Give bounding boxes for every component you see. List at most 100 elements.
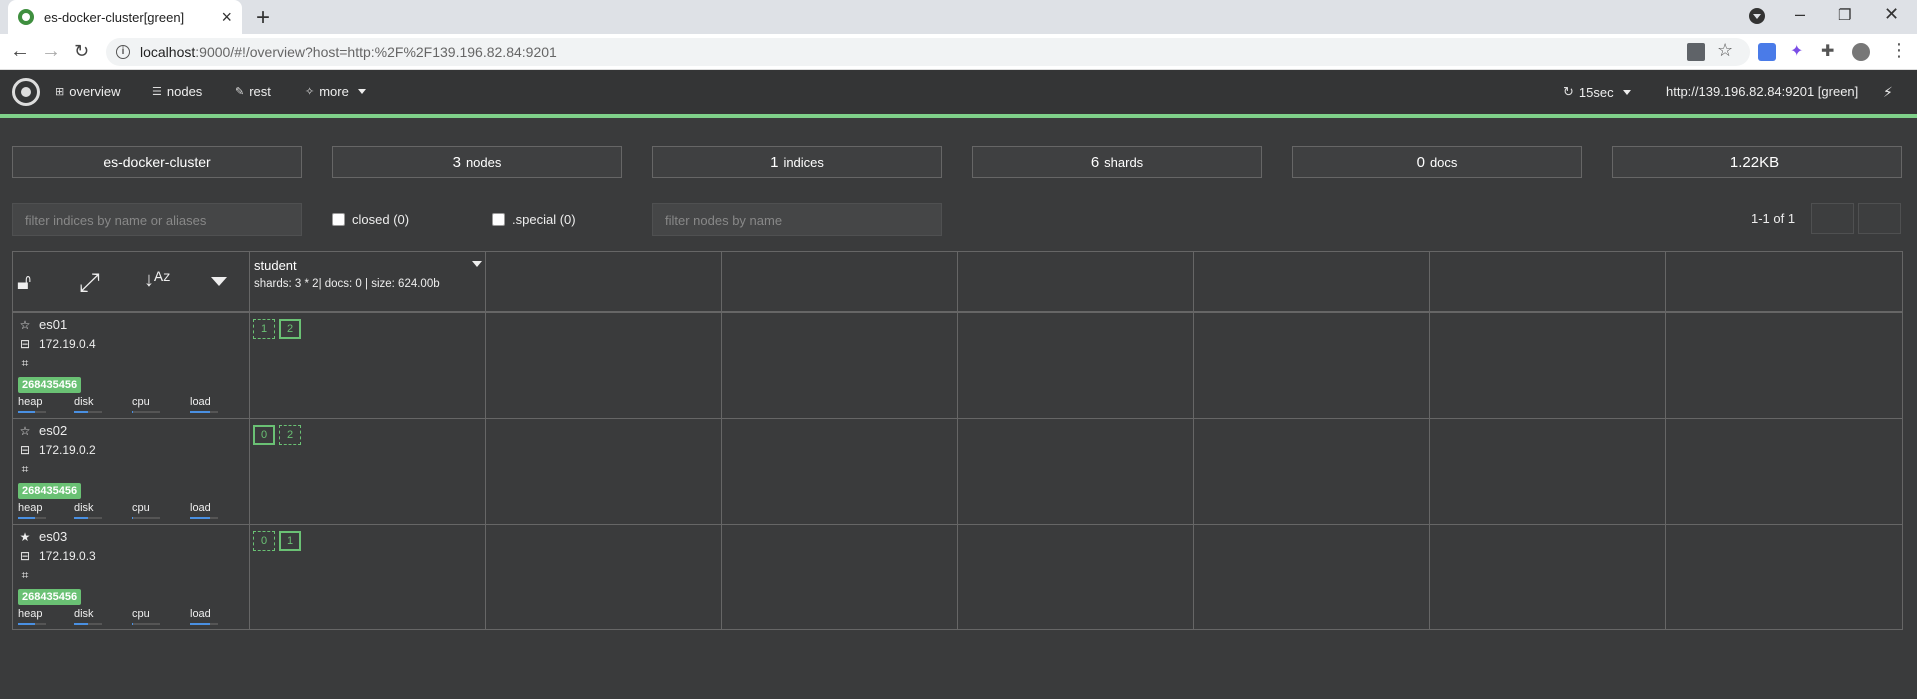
metric-disk: disk [74, 396, 102, 413]
shards-count: 6 [1090, 153, 1100, 171]
index-meta: shards: 3 * 2| docs: 0 | size: 624.00b [254, 278, 440, 290]
index-caret-down-icon[interactable] [472, 261, 482, 267]
refresh-interval-dropdown[interactable]: ↻ 15sec [1563, 84, 1631, 100]
primary-shard[interactable]: 1 [279, 531, 301, 551]
browser-menu-icon[interactable]: ⋮ [1890, 40, 1908, 60]
metric-bar [132, 623, 160, 625]
closed-checkbox[interactable]: closed (0) [332, 212, 409, 227]
node-name-line[interactable]: ☆ es01 [19, 317, 68, 332]
address-toolbar: ← → ↻ i localhost:9000/#!/overview?host=… [0, 34, 1917, 70]
metric-label: load [190, 608, 211, 620]
metric-load: load [190, 396, 218, 413]
size-value: 1.22KB [1729, 153, 1780, 171]
app-navbar: ⊞ overview ☰ nodes ✎ rest ✧ more ↻ 15sec… [0, 70, 1917, 114]
refresh-icon: ↻ [1563, 84, 1574, 99]
stat-indices: 1 indices [652, 146, 942, 178]
node-badge: 268435456 [18, 483, 82, 499]
close-tab-icon[interactable]: × [221, 7, 232, 28]
bookmark-star-icon[interactable]: ☆ [1717, 40, 1735, 60]
pager-next-button[interactable] [1858, 203, 1901, 234]
checkbox-special-box[interactable] [492, 213, 505, 226]
filter-indices-input[interactable]: filter indices by name or aliases [12, 203, 302, 236]
node-name-line[interactable]: ☆ es02 [19, 423, 68, 438]
node-badge: 268435456 [18, 589, 82, 605]
node-name: es01 [39, 317, 68, 332]
metric-label: heap [18, 502, 43, 514]
profile-avatar-icon[interactable] [1852, 43, 1870, 61]
primary-shard[interactable]: 2 [279, 319, 301, 339]
metric-label: cpu [132, 396, 150, 408]
extensions-puzzle-icon[interactable]: ✚ [1821, 41, 1839, 60]
index-name[interactable]: student [254, 258, 297, 273]
docs-unit: docs [1429, 154, 1458, 170]
site-info-icon[interactable]: i [116, 45, 130, 59]
crop-icon: ⌗ [21, 568, 29, 582]
node-badge: 268435456 [18, 377, 82, 393]
nav-overview[interactable]: ⊞ overview [55, 84, 121, 99]
metric-disk: disk [74, 608, 102, 625]
window-close-icon[interactable]: ✕ [1884, 4, 1899, 25]
special-label: .special (0) [512, 212, 576, 227]
node-ip-line: ⊟ 172.19.0.2 [19, 443, 96, 457]
filter-nodes-input[interactable]: filter nodes by name [652, 203, 942, 236]
new-tab-icon[interactable]: + [256, 4, 270, 32]
disconnect-plug-icon[interactable]: ⚡ [1883, 84, 1893, 101]
crop-icon: ⌗ [21, 462, 29, 476]
back-icon[interactable]: ← [10, 40, 30, 63]
nav-nodes-label: nodes [166, 84, 203, 99]
nav-more-label: more [319, 84, 349, 99]
metric-label: heap [18, 608, 43, 620]
sitemap-icon: ⊞ [55, 86, 65, 98]
pager-prev-button[interactable] [1811, 203, 1854, 234]
metric-bar [190, 623, 218, 625]
translate-icon[interactable] [1687, 43, 1705, 61]
tab-search-icon[interactable] [1749, 8, 1765, 24]
expand-icon[interactable]: ⤢ [79, 267, 100, 299]
browser-tab[interactable]: es-docker-cluster[green] × [8, 0, 242, 34]
checkbox-closed-box[interactable] [332, 213, 345, 226]
reload-icon[interactable]: ↻ [74, 41, 89, 62]
node-ip-line: ⊟ 172.19.0.4 [19, 337, 96, 351]
metric-bar [190, 411, 218, 413]
nav-nodes[interactable]: ☰ nodes [152, 84, 202, 99]
replica-shard[interactable]: 0 [253, 531, 275, 551]
primary-shard[interactable]: 0 [253, 425, 275, 445]
restore-icon[interactable]: ❐ [1838, 6, 1851, 24]
extension-bird-icon[interactable]: ✦ [1790, 41, 1808, 60]
cerebro-logo-icon[interactable] [12, 78, 40, 106]
url-bar[interactable]: i localhost:9000/#!/overview?host=http:%… [106, 38, 1750, 66]
metric-disk: disk [74, 502, 102, 519]
hdd-icon: ⊟ [19, 337, 31, 351]
master-star-icon: ★ [19, 529, 31, 544]
server-icon: ☰ [152, 86, 162, 98]
header-caret-down-icon[interactable] [211, 277, 227, 286]
unlock-icon[interactable]: 🔓︎ [17, 269, 31, 295]
metric-cpu: cpu [132, 608, 160, 625]
node-ip: 172.19.0.2 [39, 443, 96, 457]
minimize-icon[interactable]: – [1795, 4, 1805, 25]
nav-rest[interactable]: ✎ rest [235, 84, 271, 99]
metric-label: disk [74, 608, 94, 620]
node-name-line[interactable]: ★ es03 [19, 529, 68, 544]
metric-heap: heap [18, 396, 46, 413]
tab-title: es-docker-cluster[green] [44, 9, 185, 25]
hdd-icon: ⊟ [19, 549, 31, 563]
nav-more[interactable]: ✧ more [305, 84, 366, 99]
forward-icon[interactable]: → [41, 40, 61, 63]
url-path: :9000/#!/overview?host=http:%2F%2F139.19… [195, 44, 557, 60]
metric-load: load [190, 502, 218, 519]
caret-down-icon [1622, 89, 1631, 95]
stat-shards: 6 shards [972, 146, 1262, 178]
node-crop-line: ⌗ [19, 356, 31, 371]
extension-icon[interactable] [1758, 43, 1776, 61]
cluster-host[interactable]: http://139.196.82.84:9201 [green] [1666, 84, 1858, 99]
special-checkbox[interactable]: .special (0) [492, 212, 576, 227]
sort-alpha-icon[interactable]: ↓ᴬᶻ [144, 269, 170, 292]
replica-shard[interactable]: 2 [279, 425, 301, 445]
star-icon: ☆ [19, 423, 31, 438]
metric-label: load [190, 502, 211, 514]
node-ip: 172.19.0.3 [39, 549, 96, 563]
star-icon: ☆ [19, 317, 31, 332]
nodes-unit: nodes [465, 154, 502, 170]
replica-shard[interactable]: 1 [253, 319, 275, 339]
